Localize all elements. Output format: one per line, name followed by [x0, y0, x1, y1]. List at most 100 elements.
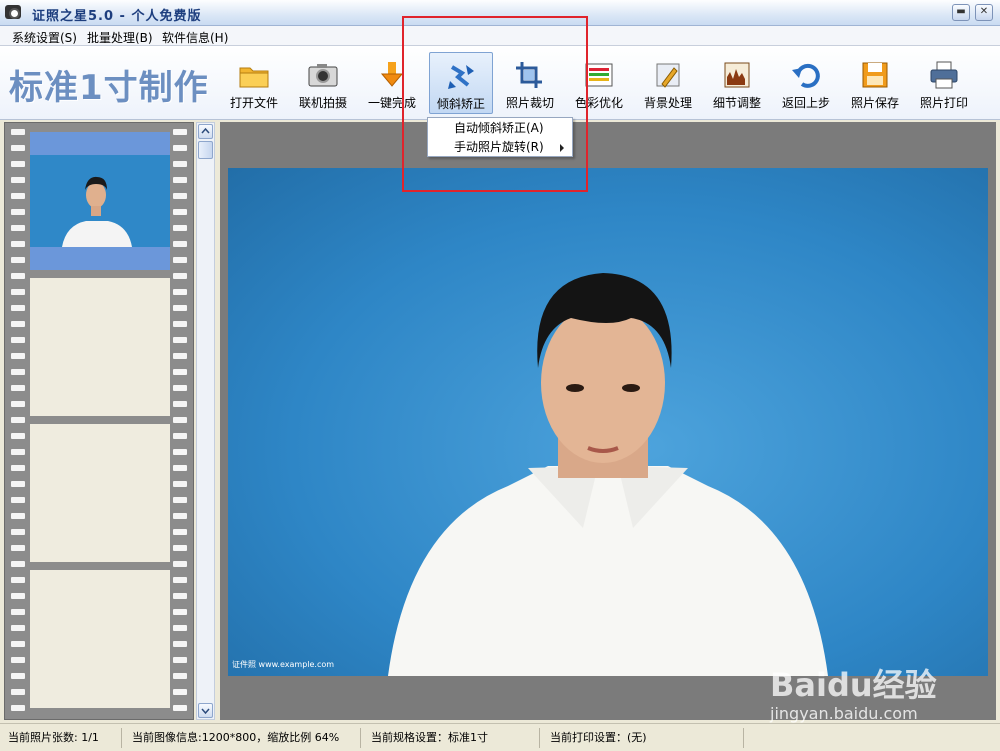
save-icon [862, 62, 888, 88]
one-click-button[interactable]: 一键完成 [360, 52, 424, 114]
film-sprocket-hole [173, 689, 187, 695]
manual-rotate-item[interactable]: 手动照片旋转(R) [428, 138, 572, 157]
film-sprocket-hole [173, 625, 187, 631]
status-print-setting: 当前打印设置：(无) [544, 728, 744, 748]
main-photo[interactable]: 证件照 www.example.com [228, 168, 988, 676]
rotate-correct-icon [448, 65, 474, 89]
film-sprocket-hole [173, 529, 187, 535]
crop-icon [516, 62, 542, 88]
open-file-button[interactable]: 打开文件 [222, 52, 286, 114]
film-sprocket-hole [11, 241, 25, 247]
film-sprocket-hole [11, 625, 25, 631]
photo-crop-button[interactable]: 照片裁切 [498, 52, 562, 114]
scroll-up-button[interactable] [198, 124, 213, 139]
undo-button[interactable]: 返回上步 [774, 52, 838, 114]
title-bar: 证照之星5.0 - 个人免费版 ▬ ✕ [0, 0, 1000, 26]
film-sprocket-hole [11, 593, 25, 599]
film-sprocket-hole [11, 449, 25, 455]
thumbnail-frame-empty[interactable] [30, 570, 170, 708]
film-sprocket-hole [173, 241, 187, 247]
film-sprocket-hole [11, 129, 25, 135]
film-sprocket-hole [173, 369, 187, 375]
film-holes-left [11, 123, 25, 719]
film-sprocket-hole [173, 177, 187, 183]
photo-save-button[interactable]: 照片保存 [843, 52, 907, 114]
filmstrip-scrollbar[interactable] [196, 122, 215, 720]
film-sprocket-hole [173, 673, 187, 679]
film-sprocket-hole [11, 161, 25, 167]
menu-software-info[interactable]: 软件信息(H) [162, 29, 228, 46]
film-sprocket-hole [11, 417, 25, 423]
scroll-thumb[interactable] [198, 141, 213, 159]
status-photo-count: 当前照片张数: 1/1 [2, 728, 122, 748]
background-icon [656, 63, 680, 88]
camera-capture-button[interactable]: 联机拍摄 [291, 52, 355, 114]
film-sprocket-hole [11, 577, 25, 583]
film-sprocket-hole [173, 353, 187, 359]
manual-rotate-label: 手动照片旋转(R) [454, 140, 544, 154]
film-sprocket-hole [11, 689, 25, 695]
film-sprocket-hole [173, 385, 187, 391]
film-sprocket-hole [11, 225, 25, 231]
thumbnail-frame-empty[interactable] [30, 424, 170, 562]
camera-app-icon [5, 5, 21, 19]
film-sprocket-hole [11, 305, 25, 311]
film-sprocket-hole [173, 657, 187, 663]
film-sprocket-hole [11, 321, 25, 327]
photo-canvas[interactable]: 证件照 www.example.com [220, 122, 996, 720]
scroll-down-button[interactable] [198, 703, 213, 718]
film-sprocket-hole [173, 449, 187, 455]
film-sprocket-hole [11, 433, 25, 439]
color-optimize-button[interactable]: 色彩优化 [567, 52, 631, 114]
film-sprocket-hole [173, 641, 187, 647]
thumbnail-frame-empty[interactable] [30, 278, 170, 416]
film-sprocket-hole [173, 465, 187, 471]
film-sprocket-hole [11, 497, 25, 503]
print-icon [930, 61, 958, 89]
chevron-down-icon [201, 708, 210, 715]
detail-icon [724, 62, 750, 88]
film-sprocket-hole [173, 481, 187, 487]
photo-print-button[interactable]: 照片打印 [912, 52, 976, 114]
film-sprocket-hole [11, 545, 25, 551]
undo-icon [792, 63, 820, 88]
film-sprocket-hole [173, 225, 187, 231]
color-icon [585, 63, 613, 87]
film-sprocket-hole [173, 161, 187, 167]
menu-batch-process[interactable]: 批量处理(B) [87, 29, 153, 46]
minimize-button[interactable]: ▬ [952, 4, 970, 21]
background-process-button[interactable]: 背景处理 [636, 52, 700, 114]
film-sprocket-hole [173, 705, 187, 711]
film-sprocket-hole [11, 513, 25, 519]
film-sprocket-hole [11, 641, 25, 647]
film-sprocket-hole [11, 289, 25, 295]
status-spec-setting: 当前规格设置：标准1寸 [365, 728, 540, 748]
film-sprocket-hole [11, 657, 25, 663]
close-button[interactable]: ✕ [975, 4, 993, 21]
film-holes-right [173, 123, 187, 719]
film-sprocket-hole [173, 257, 187, 263]
auto-tilt-correct-item[interactable]: 自动倾斜矫正(A) [428, 119, 572, 138]
menu-system-settings[interactable]: 系统设置(S) [12, 29, 77, 46]
film-sprocket-hole [173, 337, 187, 343]
film-sprocket-hole [11, 145, 25, 151]
tilt-correct-button[interactable]: 倾斜矫正 [429, 52, 493, 114]
submenu-arrow-icon [560, 144, 564, 152]
status-image-info: 当前图像信息:1200*800，缩放比例 64% [126, 728, 361, 748]
thumbnail-frame-selected[interactable] [30, 132, 170, 270]
detail-adjust-button[interactable]: 细节调整 [705, 52, 769, 114]
app-logo-text: 标准1寸制作 [9, 68, 209, 108]
film-sprocket-hole [11, 257, 25, 263]
film-sprocket-hole [11, 401, 25, 407]
film-sprocket-hole [173, 193, 187, 199]
film-sprocket-hole [173, 289, 187, 295]
film-sprocket-hole [11, 177, 25, 183]
film-sprocket-hole [173, 401, 187, 407]
film-sprocket-hole [11, 273, 25, 279]
film-sprocket-hole [173, 497, 187, 503]
film-sprocket-hole [11, 337, 25, 343]
menu-bar: 系统设置(S) 批量处理(B) 软件信息(H) [0, 26, 1000, 46]
film-sprocket-hole [173, 305, 187, 311]
tilt-correct-dropdown: 自动倾斜矫正(A) 手动照片旋转(R) [427, 117, 573, 157]
window-title: 证照之星5.0 - 个人免费版 [32, 9, 202, 24]
